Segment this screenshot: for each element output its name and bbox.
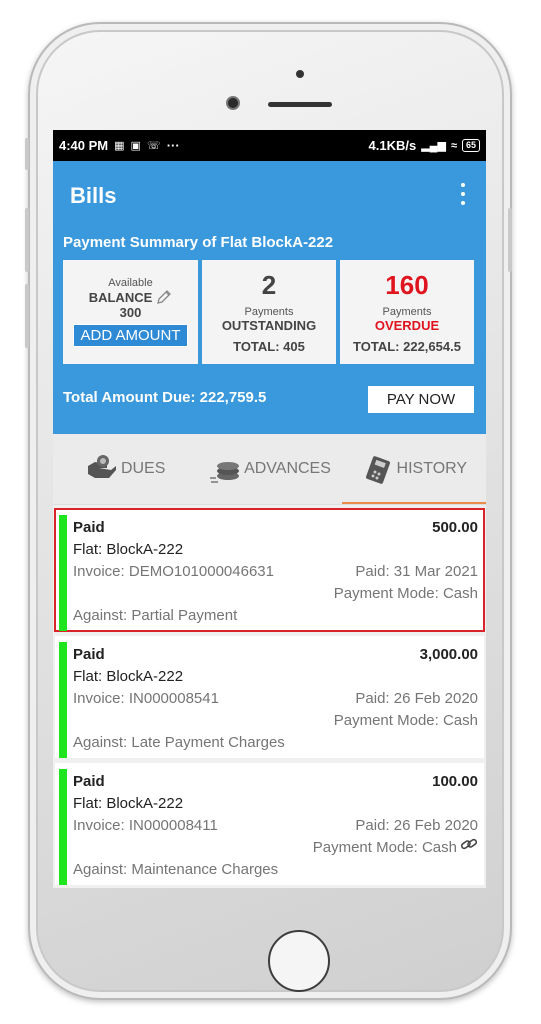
bill-paid-date: Paid: 26 Feb 2020 xyxy=(355,690,478,707)
more-notifications-dots: ··· xyxy=(166,138,180,153)
advances-icon xyxy=(210,462,240,483)
bill-invoice: Invoice: DEMO101000046631 xyxy=(73,563,274,580)
outstanding-total: TOTAL: 405 xyxy=(233,339,305,354)
tab-history[interactable]: HISTORY xyxy=(341,434,486,504)
bill-flat: Flat: BlockA-222 xyxy=(73,541,184,558)
outstanding-payments-label: Payments xyxy=(244,306,294,318)
proximity-sensor xyxy=(296,70,304,78)
bill-paid-date: Paid: 26 Feb 2020 xyxy=(355,817,478,834)
paid-status-bar xyxy=(59,769,67,885)
status-time: 4:40 PM xyxy=(59,138,109,153)
bill-paid-date: Paid: 31 Mar 2021 xyxy=(355,563,478,580)
summary-cards: Available BALANCE 300 ADD AMOUNT 2 Payme… xyxy=(63,260,474,364)
status-bar: 4:40 PM ▦ ▣ ☏ ··· 4.1KB/s ▂▄▆ ≈ 65 xyxy=(53,130,486,161)
app-screen: 4:40 PM ▦ ▣ ☏ ··· 4.1KB/s ▂▄▆ ≈ 65 Bills… xyxy=(53,130,486,888)
bill-flat: Flat: BlockA-222 xyxy=(73,795,184,812)
outstanding-card[interactable]: 2 Payments OUTSTANDING TOTAL: 405 xyxy=(202,260,336,364)
overdue-count: 160 xyxy=(385,270,429,300)
bill-status: Paid xyxy=(73,773,105,790)
front-camera xyxy=(226,96,240,110)
bill-invoice: Invoice: IN000008541 xyxy=(73,690,219,707)
list-item[interactable]: Paid 3,000.00 Flat: BlockA-222 Invoice: … xyxy=(55,636,484,758)
paid-status-bar xyxy=(59,515,67,631)
list-item[interactable]: Paid 500.00 Flat: BlockA-222 Invoice: DE… xyxy=(54,508,485,632)
bill-status: Paid xyxy=(73,646,105,663)
page-title: Bills xyxy=(70,183,117,208)
tab-history-label: HISTORY xyxy=(396,460,468,477)
dues-icon xyxy=(87,455,116,478)
edit-pencil-icon[interactable] xyxy=(156,289,172,305)
earpiece-speaker xyxy=(268,102,332,107)
payment-summary-title: Payment Summary of Flat BlockA-222 xyxy=(63,234,334,251)
bill-flat: Flat: BlockA-222 xyxy=(73,668,184,685)
bill-history-list: Paid 500.00 Flat: BlockA-222 Invoice: DE… xyxy=(53,505,486,885)
bills-header: Bills Payment Summary of Flat BlockA-222… xyxy=(53,161,486,434)
wifi-icon: ≈ xyxy=(450,139,457,152)
outstanding-count: 2 xyxy=(261,270,277,300)
volume-up-button xyxy=(25,208,29,272)
balance-label: BALANCE xyxy=(88,289,153,305)
bill-amount: 500.00 xyxy=(432,519,478,536)
tab-advances-label: ADVANCES xyxy=(244,460,331,477)
mute-switch xyxy=(25,138,29,170)
overdue-total: TOTAL: 222,654.5 xyxy=(353,339,461,354)
bill-payment-mode: Payment Mode: Cash xyxy=(333,585,478,602)
notification-icon: ▣ xyxy=(130,140,141,152)
home-button[interactable] xyxy=(268,930,330,992)
bill-status: Paid xyxy=(73,519,105,536)
network-speed: 4.1KB/s xyxy=(368,138,417,153)
list-item[interactable]: Paid 100.00 Flat: BlockA-222 Invoice: IN… xyxy=(55,763,484,885)
overdue-label: OVERDUE xyxy=(374,318,440,333)
tab-dues[interactable]: DUES xyxy=(53,434,197,504)
history-icon xyxy=(365,456,390,484)
bill-against: Against: Maintenance Charges xyxy=(73,861,279,878)
bill-payment-mode: Payment Mode: Cash xyxy=(333,712,478,729)
outstanding-label: OUTSTANDING xyxy=(221,318,317,333)
attachment-link-icon[interactable] xyxy=(460,837,478,851)
bill-against: Against: Late Payment Charges xyxy=(73,734,285,751)
phone-call-icon: ☏ xyxy=(146,140,161,152)
bill-invoice: Invoice: IN000008411 xyxy=(73,817,218,834)
bill-amount: 3,000.00 xyxy=(419,646,478,663)
balance-value: 300 xyxy=(119,305,142,320)
overdue-card[interactable]: 160 Payments OVERDUE TOTAL: 222,654.5 xyxy=(340,260,474,364)
tab-advances[interactable]: ADVANCES xyxy=(197,434,341,504)
bill-payment-mode: Payment Mode: Cash xyxy=(312,839,457,856)
signal-icon: ▂▄▆ xyxy=(421,140,446,152)
pay-now-button[interactable]: PAY NOW xyxy=(368,386,474,413)
tab-dues-label: DUES xyxy=(120,460,166,477)
message-icon: ▦ xyxy=(114,140,125,152)
paid-status-bar xyxy=(59,642,67,758)
available-label: Available xyxy=(108,277,153,289)
battery-icon: 65 xyxy=(461,139,480,152)
balance-card: Available BALANCE 300 ADD AMOUNT xyxy=(63,260,198,364)
bill-tabs: DUES ADVANCES HISTORY xyxy=(53,434,486,505)
overflow-menu-icon[interactable] xyxy=(460,183,466,205)
add-amount-button[interactable]: ADD AMOUNT xyxy=(73,324,188,347)
overdue-payments-label: Payments xyxy=(382,306,432,318)
bill-amount: 100.00 xyxy=(432,773,478,790)
total-amount-due: Total Amount Due: 222,759.5 xyxy=(63,389,267,406)
bill-against: Against: Partial Payment xyxy=(73,607,238,624)
power-button xyxy=(508,208,512,272)
volume-down-button xyxy=(25,284,29,348)
